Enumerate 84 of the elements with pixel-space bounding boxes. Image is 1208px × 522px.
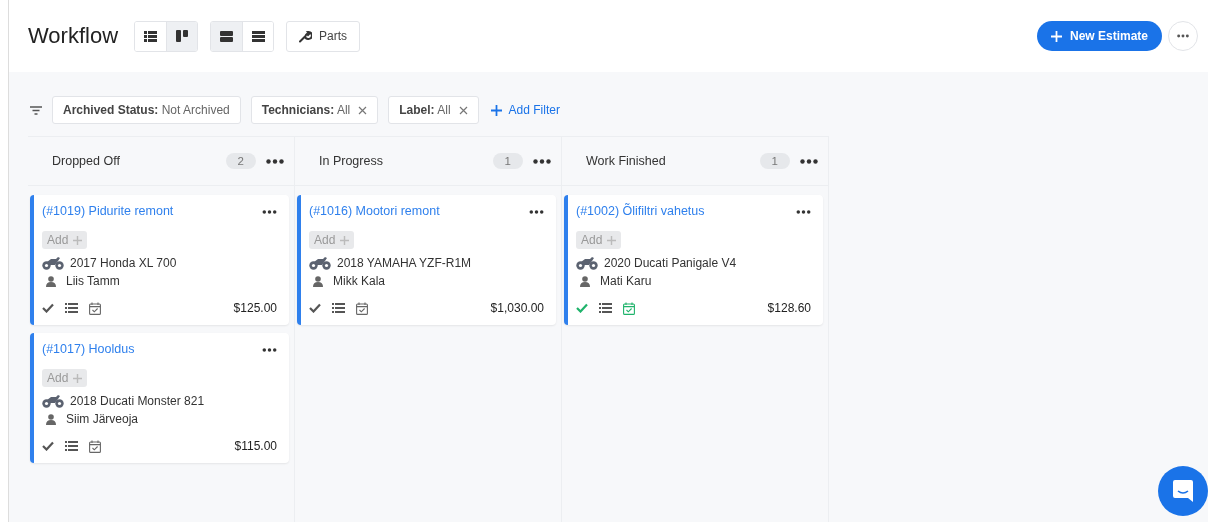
close-icon[interactable] <box>458 105 468 115</box>
rows-icon <box>220 30 234 42</box>
calendar-icon[interactable] <box>89 439 101 453</box>
estimate-total: $1,030.00 <box>490 301 544 315</box>
filter-chip[interactable]: Archived Status: Not Archived <box>52 96 241 124</box>
more-icon <box>1177 34 1189 38</box>
filter-chip[interactable]: Technicians: All <box>250 96 379 124</box>
estimate-title[interactable]: (#1017) Hooldus <box>42 342 135 356</box>
column-title: Work Finished <box>586 154 667 168</box>
count-badge: 2 <box>225 153 256 169</box>
plus-icon <box>607 235 617 245</box>
add-label-button[interactable]: Add <box>576 231 622 249</box>
motorcycle-icon <box>42 256 64 270</box>
board-icon <box>176 30 189 42</box>
estimate-total: $115.00 <box>234 439 277 453</box>
list-icon[interactable] <box>65 441 78 451</box>
add-filter-button[interactable]: Add Filter <box>488 103 560 117</box>
plus-icon <box>340 235 350 245</box>
vehicle-name: 2018 Ducati Monster 821 <box>70 394 205 408</box>
motorcycle-icon <box>576 256 598 270</box>
new-estimate-button[interactable]: New Estimate <box>1036 21 1162 51</box>
view-toggle[interactable] <box>242 21 274 51</box>
customer-name: Liis Tamm <box>66 274 120 288</box>
person-icon <box>46 413 56 425</box>
close-icon[interactable] <box>358 105 368 115</box>
more-icon[interactable] <box>533 158 551 164</box>
person-icon <box>46 275 56 287</box>
plus-icon <box>73 373 83 383</box>
plus-icon <box>1050 30 1062 42</box>
page-title: Workflow <box>28 23 119 49</box>
add-label-button[interactable]: Add <box>309 231 355 249</box>
rows-icon <box>251 30 265 42</box>
check-icon[interactable] <box>42 303 54 313</box>
check-icon[interactable] <box>576 303 588 313</box>
customer-name: Siim Järveoja <box>66 412 139 426</box>
check-icon[interactable] <box>309 303 321 313</box>
parts-button[interactable]: Parts <box>286 20 361 52</box>
more-icon[interactable] <box>796 210 811 214</box>
chat-icon <box>1172 479 1194 503</box>
list-icon[interactable] <box>65 303 78 313</box>
calendar-icon[interactable] <box>89 301 101 315</box>
motorcycle-icon <box>309 256 331 270</box>
estimate-title[interactable]: (#1016) Mootori remont <box>309 204 440 218</box>
view-toggle[interactable] <box>166 21 198 51</box>
estimate-card[interactable]: (#1016) Mootori remont Add 2018 YAMAHA YZF-R1M Mikk Kala $1,030.00 <box>297 195 556 325</box>
more-icon[interactable] <box>262 210 277 214</box>
customer-name: Mikk Kala <box>333 274 385 288</box>
estimate-total: $125.00 <box>233 301 277 315</box>
filter-icon <box>30 105 42 115</box>
estimate-total: $128.60 <box>767 301 811 315</box>
person-icon <box>313 275 323 287</box>
list-icon[interactable] <box>332 303 345 313</box>
estimate-title[interactable]: (#1019) Pidurite remont <box>42 204 174 218</box>
customer-name: Mati Karu <box>600 274 652 288</box>
view-toggle[interactable] <box>211 21 243 51</box>
plus-icon <box>490 104 502 116</box>
list-icon[interactable] <box>599 303 612 313</box>
plus-icon <box>73 235 83 245</box>
more-icon[interactable] <box>262 348 277 352</box>
check-icon[interactable] <box>42 441 54 451</box>
calendar-icon[interactable] <box>356 301 368 315</box>
chat-button[interactable] <box>1158 466 1208 516</box>
estimate-card[interactable]: (#1019) Pidurite remont Add 2017 Honda XL 700 Liis Tamm $125.00 <box>30 195 289 325</box>
add-label-button[interactable]: Add <box>42 369 88 387</box>
add-label-button[interactable]: Add <box>42 231 88 249</box>
vehicle-name: 2017 Honda XL 700 <box>70 256 177 270</box>
estimate-card[interactable]: (#1017) Hooldus Add 2018 Ducati Monster 821 Siim Järveoja $115.00 <box>30 333 289 463</box>
count-badge: 1 <box>492 153 523 169</box>
vehicle-name: 2018 YAMAHA YZF-R1M <box>337 256 472 270</box>
column-title: Dropped Off <box>52 154 121 168</box>
more-icon[interactable] <box>800 158 818 164</box>
person-icon <box>580 275 590 287</box>
estimate-card[interactable]: (#1002) Õlifiltri vahetus Add 2020 Ducati Panigale V4 Mati Karu $128.60 <box>564 195 823 325</box>
list-icon <box>144 30 158 42</box>
wrench-icon <box>299 29 313 43</box>
more-icon[interactable] <box>266 158 284 164</box>
vehicle-name: 2020 Ducati Panigale V4 <box>604 256 737 270</box>
calendar-icon[interactable] <box>623 301 635 315</box>
more-icon[interactable] <box>529 210 544 214</box>
filter-chip[interactable]: Label: All <box>388 96 479 124</box>
column-title: In Progress <box>319 154 384 168</box>
estimate-title[interactable]: (#1002) Õlifiltri vahetus <box>576 204 705 218</box>
motorcycle-icon <box>42 394 64 408</box>
count-badge: 1 <box>759 153 790 169</box>
